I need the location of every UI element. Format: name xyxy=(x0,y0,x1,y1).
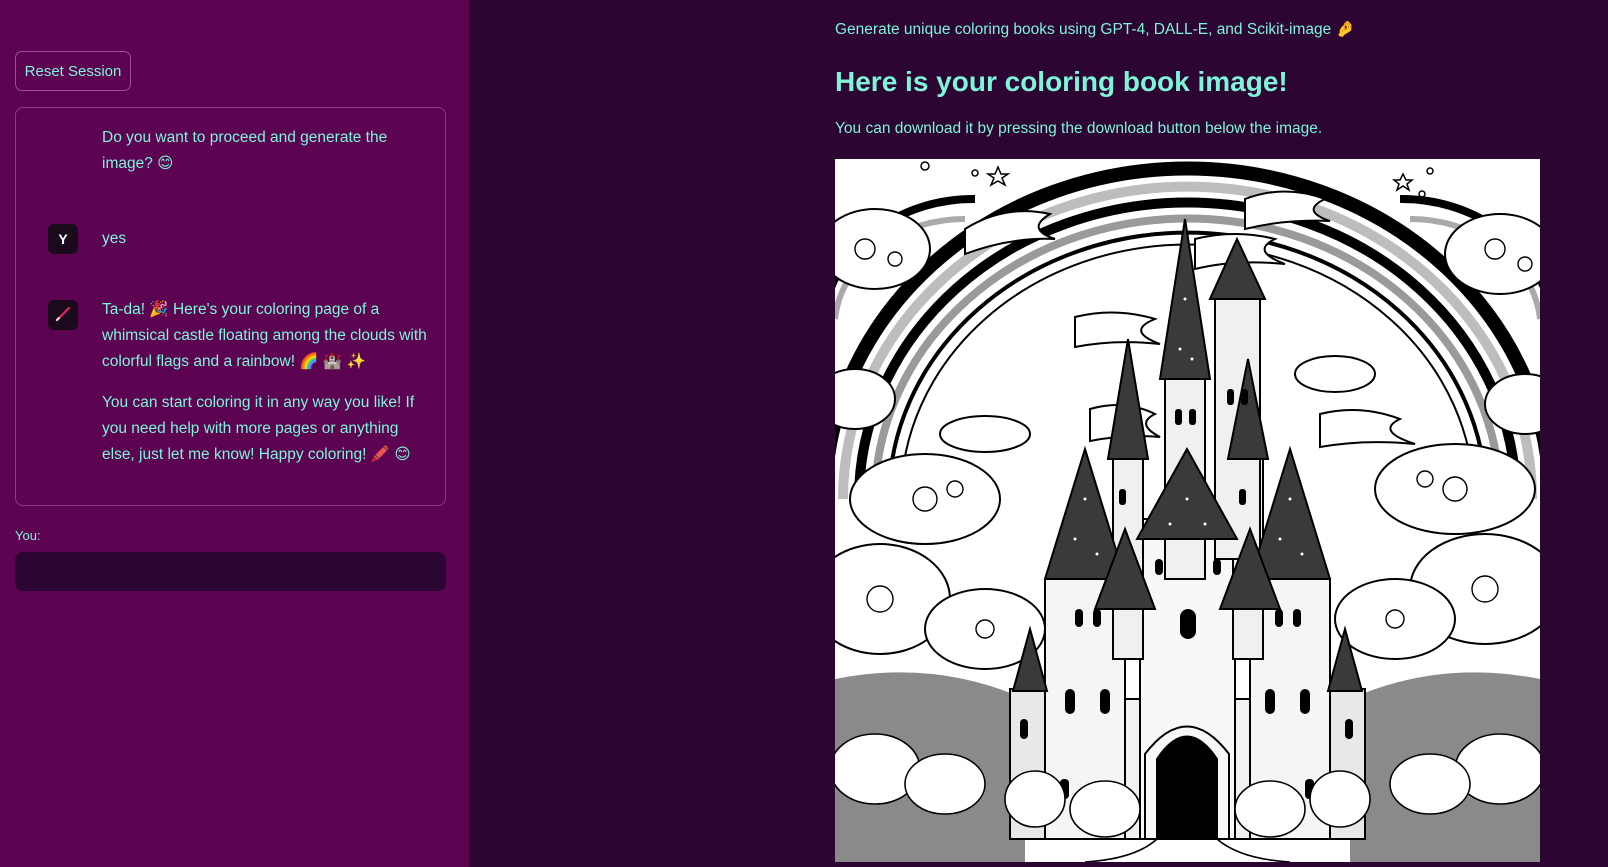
download-instructions: You can download it by pressing the down… xyxy=(835,120,1323,137)
reset-session-button[interactable]: Reset Session xyxy=(15,51,131,91)
page-title: Here is your coloring book image! xyxy=(835,66,1288,97)
app-subtitle: Generate unique coloring books using GPT… xyxy=(835,21,1355,38)
message-text: Ta-da! 🎉 Here's your coloring page of a … xyxy=(102,297,432,483)
app: Reset Session Do you want to proceed and… xyxy=(0,0,1608,867)
assistant-avatar xyxy=(48,300,78,330)
user-avatar: Y xyxy=(48,224,78,254)
chat-history[interactable]: Do you want to proceed and generate the … xyxy=(15,107,446,506)
message-paragraph: You can start coloring it in any way you… xyxy=(102,394,415,463)
chat-input[interactable] xyxy=(15,552,446,591)
message-text: Do you want to proceed and generate the … xyxy=(102,125,432,192)
main-content: Generate unique coloring books using GPT… xyxy=(469,0,1608,867)
message-paragraph: yes xyxy=(102,230,127,247)
coloring-book-image[interactable] xyxy=(835,159,1540,862)
message-paragraph: Do you want to proceed and generate the … xyxy=(102,129,388,172)
message-paragraph: Ta-da! 🎉 Here's your coloring page of a … xyxy=(102,301,427,370)
pencil-icon xyxy=(54,305,72,326)
sidebar: Reset Session Do you want to proceed and… xyxy=(0,0,469,867)
chat-input-label: You: xyxy=(15,528,41,543)
message-text: yes xyxy=(102,226,432,267)
castle-coloring-illustration xyxy=(835,159,1540,862)
